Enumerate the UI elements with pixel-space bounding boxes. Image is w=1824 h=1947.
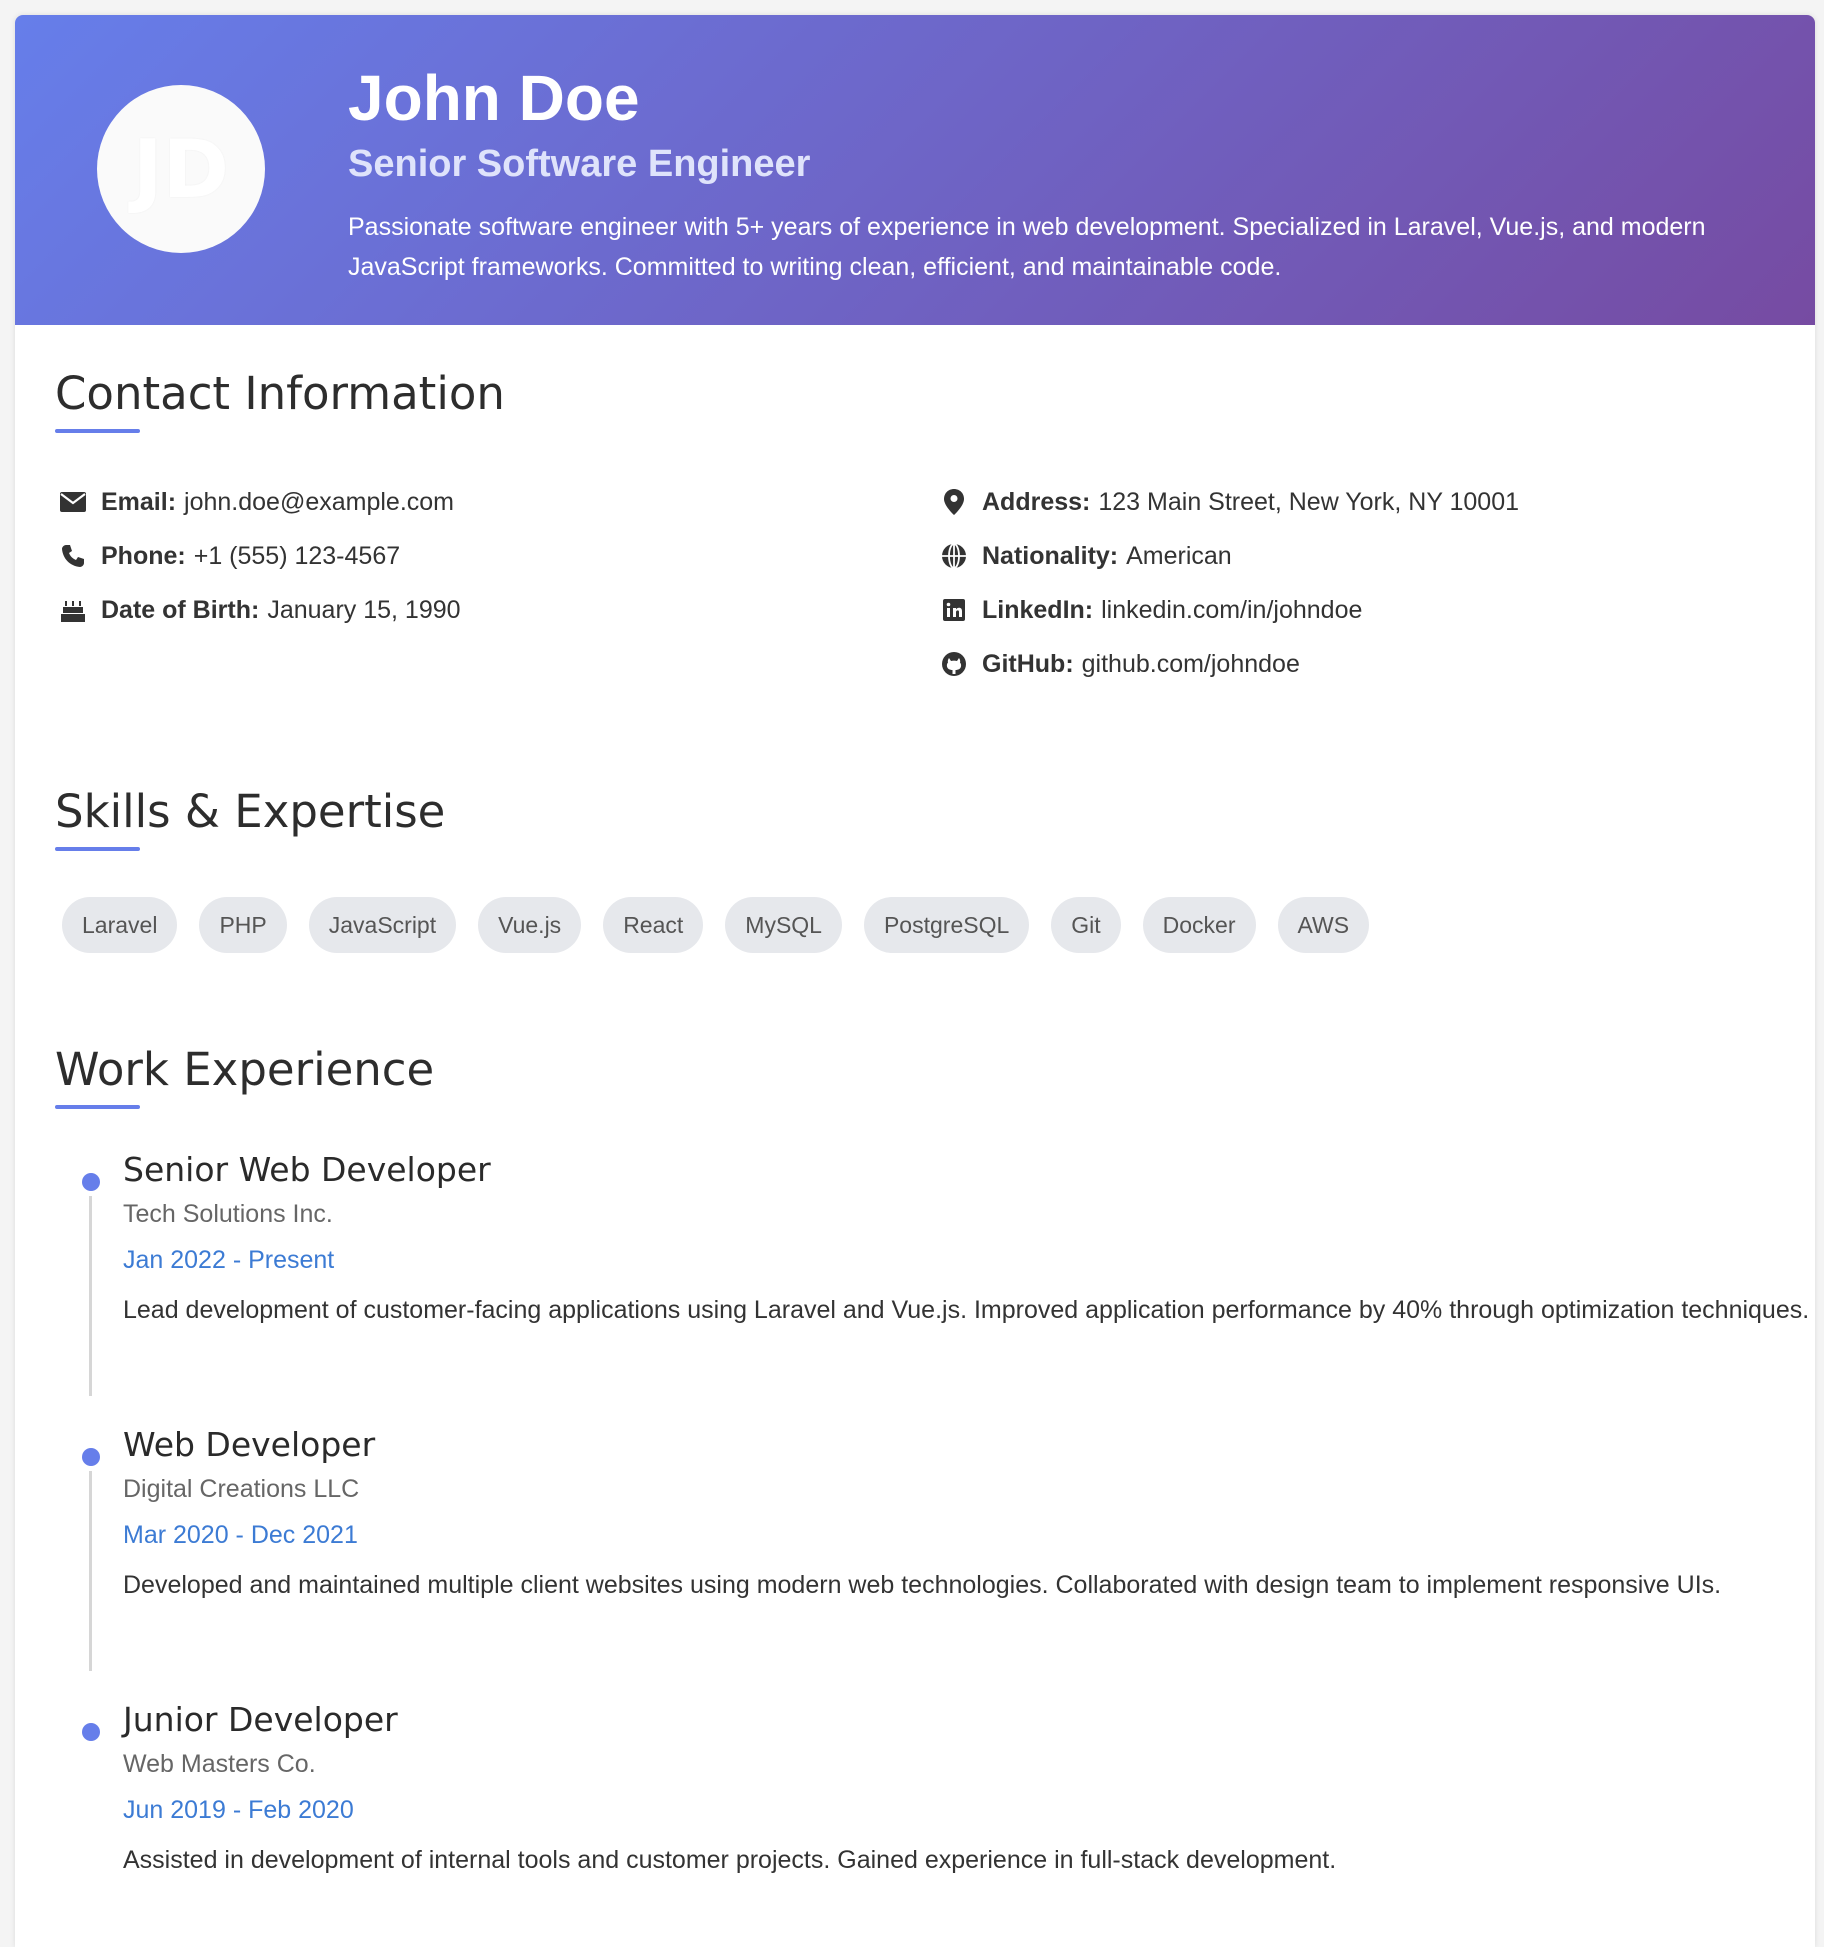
skill-tag: React <box>603 897 704 953</box>
skill-tag: Vue.js <box>478 897 582 953</box>
job-title: Junior Developer <box>123 1700 398 1739</box>
contact-nationality: Nationality: American <box>936 529 1519 583</box>
contact-label: Phone: <box>101 541 186 570</box>
phone-icon <box>55 541 91 571</box>
job-dates: Jan 2022 - Present <box>123 1246 335 1274</box>
contact-label: GitHub: <box>982 649 1074 678</box>
skill-tag: JavaScript <box>308 897 457 953</box>
job-entry: Senior Web Developer Tech Solutions Inc.… <box>71 1150 1809 1400</box>
contact-address: Address: 123 Main Street, New York, NY 1… <box>936 475 1519 529</box>
job-company: Tech Solutions Inc. <box>123 1200 333 1228</box>
github-link[interactable]: github.com/johndoe <box>1082 650 1300 679</box>
skill-tag: MySQL <box>725 897 842 953</box>
contact-email: Email: john.doe@example.com <box>55 475 461 529</box>
contact-label: Email: <box>101 487 177 516</box>
job-description: Lead development of customer-facing appl… <box>123 1296 1810 1324</box>
profile-name: John Doe <box>348 62 640 134</box>
avatar-initials: JD <box>132 122 230 216</box>
email-value[interactable]: john.doe@example.com <box>184 488 454 517</box>
skill-tag: PHP <box>199 897 287 953</box>
dob-value: January 15, 1990 <box>267 595 461 624</box>
contact-label: Nationality: <box>982 541 1119 570</box>
contact-column-right: Address: 123 Main Street, New York, NY 1… <box>936 475 1519 691</box>
contact-column-left: Email: john.doe@example.com Phone: +1 (5… <box>55 475 461 637</box>
skill-tag: Docker <box>1142 897 1256 953</box>
section-underline <box>55 429 140 433</box>
avatar: JD <box>97 85 265 253</box>
contact-dob: Date of Birth: January 15, 1990 <box>55 583 461 637</box>
contact-phone: Phone: +1 (555) 123-4567 <box>55 529 461 583</box>
linkedin-icon <box>936 595 972 625</box>
linkedin-link[interactable]: linkedin.com/in/johndoe <box>1101 596 1362 625</box>
address-value: 123 Main Street, New York, NY 10001 <box>1098 487 1520 516</box>
envelope-icon <box>55 487 91 517</box>
github-icon <box>936 649 972 679</box>
profile-header: JD John Doe Senior Software Engineer Pas… <box>15 15 1815 325</box>
map-pin-icon <box>936 487 972 517</box>
job-title: Senior Web Developer <box>123 1150 491 1189</box>
skill-tag: Git <box>1051 897 1121 953</box>
job-entry: Web Developer Digital Creations LLC Mar … <box>71 1425 1791 1675</box>
contact-label: Address: <box>982 487 1091 516</box>
contact-section-title: Contact Information <box>55 367 505 420</box>
phone-value[interactable]: +1 (555) 123-4567 <box>194 542 400 571</box>
globe-icon <box>936 541 972 571</box>
profile-summary: Passionate software engineer with 5+ yea… <box>348 213 1706 281</box>
timeline-dot <box>82 1448 100 1466</box>
contact-linkedin: LinkedIn: linkedin.com/in/johndoe <box>936 583 1519 637</box>
job-entry: Junior Developer Web Masters Co. Jun 201… <box>71 1700 1791 1920</box>
resume-page: JD John Doe Senior Software Engineer Pas… <box>15 15 1815 1947</box>
timeline-dot <box>82 1173 100 1191</box>
job-title: Web Developer <box>123 1425 376 1464</box>
job-description: Developed and maintained multiple client… <box>123 1571 1722 1599</box>
section-underline <box>55 847 140 851</box>
profile-role: Senior Software Engineer <box>348 143 811 185</box>
contact-github: GitHub: github.com/johndoe <box>936 637 1519 691</box>
birthday-cake-icon <box>55 595 91 625</box>
job-dates: Jun 2019 - Feb 2020 <box>123 1796 354 1824</box>
job-dates: Mar 2020 - Dec 2021 <box>123 1521 358 1549</box>
job-company: Web Masters Co. <box>123 1750 316 1778</box>
skill-tag: AWS <box>1277 897 1370 953</box>
skill-tag: PostgreSQL <box>863 897 1030 953</box>
section-underline <box>55 1105 140 1109</box>
nationality-value: American <box>1126 541 1232 570</box>
skills-list: Laravel PHP JavaScript Vue.js React MySQ… <box>62 897 1391 953</box>
contact-label: Date of Birth: <box>101 595 260 624</box>
timeline-dot <box>82 1723 100 1741</box>
contact-label: LinkedIn: <box>982 595 1094 624</box>
timeline-line <box>89 1471 92 1671</box>
skills-section-title: Skills & Expertise <box>55 785 446 838</box>
experience-section-title: Work Experience <box>55 1043 435 1096</box>
job-company: Digital Creations LLC <box>123 1475 360 1503</box>
job-description: Assisted in development of internal tool… <box>123 1846 1337 1874</box>
skill-tag: Laravel <box>62 897 178 953</box>
timeline-line <box>89 1196 92 1396</box>
